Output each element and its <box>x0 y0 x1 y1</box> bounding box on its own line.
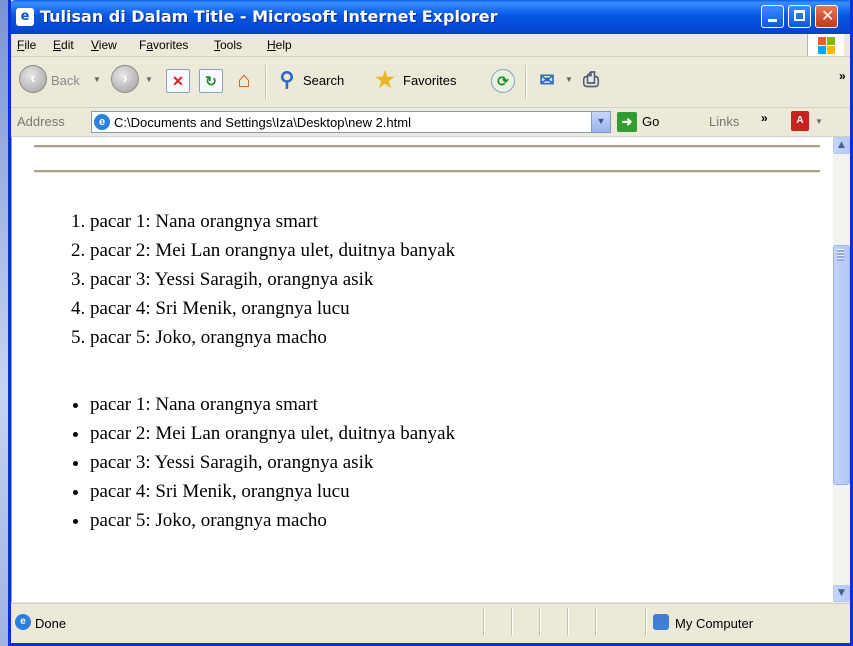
security-zone: My Computer <box>675 616 754 631</box>
standard-toolbar: ‹ Back ▼ › ▼ ✕ ↻ ⌂ ⚲ Search ★ Favorites … <box>11 57 850 108</box>
browser-window: e Tulisan di Dalam Title - Microsoft Int… <box>8 0 853 646</box>
list-item: pacar 4: Sri Menik, orangnya lucu <box>90 294 455 323</box>
ie-icon: e <box>16 8 34 26</box>
favorites-button[interactable]: Favorites <box>403 73 456 88</box>
address-input[interactable]: e C:\Documents and Settings\Iza\Desktop\… <box>91 111 611 133</box>
forward-dropdown-icon[interactable]: ▼ <box>145 75 153 84</box>
list-item: pacar 2: Mei Lan orangnya ulet, duitnya … <box>90 236 455 265</box>
print-icon[interactable]: ⎙ <box>579 69 603 93</box>
minimize-button[interactable] <box>761 5 784 28</box>
status-divider <box>483 608 485 636</box>
list-item: pacar 1: Nana orangnya smart <box>90 390 455 419</box>
toolbar-separator <box>265 65 267 99</box>
refresh-icon[interactable]: ↻ <box>199 69 223 93</box>
menu-file[interactable]: File <box>17 38 36 52</box>
scrollbar-grip-icon <box>837 249 844 261</box>
search-icon[interactable]: ⚲ <box>275 69 299 93</box>
horizontal-rule <box>34 145 820 148</box>
list-item: pacar 5: Joko, orangnya macho <box>90 323 455 352</box>
vertical-scrollbar[interactable]: ▲ ▼ <box>833 137 850 602</box>
address-dropdown-icon[interactable]: ▼ <box>591 112 610 132</box>
go-icon[interactable]: ➜ <box>617 112 637 132</box>
maximize-icon <box>794 10 805 21</box>
mail-dropdown-icon[interactable]: ▼ <box>565 75 573 84</box>
minimize-icon <box>768 19 777 22</box>
scrollbar-thumb[interactable] <box>833 245 850 485</box>
close-button[interactable]: ✕ <box>815 5 838 28</box>
close-icon: ✕ <box>821 6 835 25</box>
status-divider <box>567 608 569 636</box>
back-label[interactable]: Back <box>51 73 80 88</box>
home-icon[interactable]: ⌂ <box>232 69 256 93</box>
status-bar: e Done My Computer <box>11 603 850 643</box>
status-divider <box>511 608 513 636</box>
toolbar-separator <box>525 65 527 99</box>
menu-view[interactable]: View <box>91 38 117 52</box>
list-item: pacar 1: Nana orangnya smart <box>90 207 455 236</box>
back-icon[interactable]: ‹ <box>19 65 47 93</box>
list-item: pacar 4: Sri Menik, orangnya lucu <box>90 477 455 506</box>
ordered-list: pacar 1: Nana orangnya smart pacar 2: Me… <box>52 207 455 352</box>
page-icon: e <box>94 114 110 130</box>
menu-edit[interactable]: Edit <box>53 38 74 52</box>
menu-tools[interactable]: Tools <box>214 38 242 52</box>
links-label[interactable]: Links <box>709 114 739 129</box>
history-icon[interactable]: ⟳ <box>491 69 515 93</box>
pdf-icon[interactable]: A <box>791 111 809 131</box>
page-status-icon: e <box>15 614 31 630</box>
address-bar: Address e C:\Documents and Settings\Iza\… <box>11 108 850 137</box>
scroll-down-icon[interactable]: ▼ <box>833 585 850 602</box>
bullet-list: pacar 1: Nana orangnya smart pacar 2: Me… <box>52 390 455 535</box>
maximize-button[interactable] <box>788 5 811 28</box>
status-divider <box>595 608 597 636</box>
list-item: pacar 3: Yessi Saragih, orangnya asik <box>90 448 455 477</box>
forward-icon[interactable]: › <box>111 65 139 93</box>
address-label: Address <box>17 114 65 129</box>
horizontal-rule <box>34 170 820 173</box>
menu-help[interactable]: Help <box>267 38 292 52</box>
list-item: pacar 3: Yessi Saragih, orangnya asik <box>90 265 455 294</box>
scroll-up-icon[interactable]: ▲ <box>833 137 850 154</box>
status-divider <box>539 608 541 636</box>
mail-icon[interactable]: ✉ <box>535 69 559 93</box>
list-item: pacar 5: Joko, orangnya macho <box>90 506 455 535</box>
menu-favorites[interactable]: Favorites <box>139 38 188 52</box>
links-more-icon[interactable]: » <box>761 111 768 125</box>
computer-icon <box>653 614 669 630</box>
status-text: Done <box>35 616 67 631</box>
back-dropdown-icon[interactable]: ▼ <box>93 75 101 84</box>
toolbar-more-icon[interactable]: » <box>839 69 846 83</box>
menu-bar: File Edit View Favorites Tools Help <box>11 34 850 57</box>
address-value[interactable]: C:\Documents and Settings\Iza\Desktop\ne… <box>114 115 411 130</box>
page-content: pacar 1: Nana orangnya smart pacar 2: Me… <box>11 137 834 602</box>
search-button[interactable]: Search <box>303 73 344 88</box>
favorites-icon[interactable]: ★ <box>373 69 397 93</box>
go-button[interactable]: Go <box>642 114 659 129</box>
title-bar[interactable]: e Tulisan di Dalam Title - Microsoft Int… <box>11 0 850 34</box>
status-divider <box>645 608 647 636</box>
list-item: pacar 2: Mei Lan orangnya ulet, duitnya … <box>90 419 455 448</box>
windows-logo-icon <box>807 34 844 56</box>
stop-icon[interactable]: ✕ <box>166 69 190 93</box>
pdf-dropdown-icon[interactable]: ▼ <box>815 117 823 126</box>
window-title: Tulisan di Dalam Title - Microsoft Inter… <box>40 7 498 26</box>
